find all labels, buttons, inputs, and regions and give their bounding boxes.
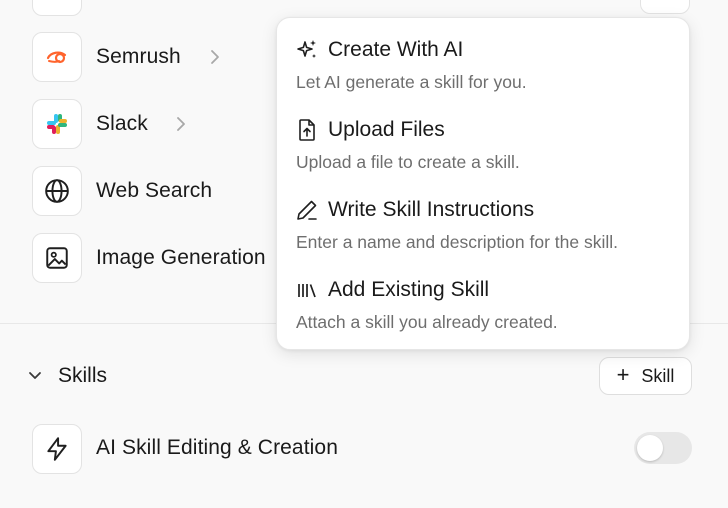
image-icon-box (32, 233, 82, 283)
semrush-logo-icon-box (32, 32, 82, 82)
tool-label-slack: Slack (96, 112, 148, 135)
partial-action-button[interactable] (640, 0, 690, 14)
menu-item-description: Attach a skill you already created. (296, 312, 558, 332)
menu-item-upload-files[interactable]: Upload Files Upload a file to create a s… (277, 98, 689, 176)
menu-item-description: Upload a file to create a skill. (296, 152, 520, 172)
lightning-icon (47, 437, 67, 461)
globe-icon-box (32, 166, 82, 216)
partial-tool-icon-box (32, 0, 82, 16)
lightning-icon-box (32, 424, 82, 474)
menu-item-title: Add Existing Skill (328, 278, 490, 301)
menu-item-title: Create With AI (328, 38, 464, 61)
tool-label-web-search: Web Search (96, 179, 213, 202)
toggle-knob (637, 435, 663, 461)
add-skill-dropdown-menu: Create With AI Let AI generate a skill f… (276, 17, 690, 350)
menu-item-create-with-ai[interactable]: Create With AI Let AI generate a skill f… (277, 18, 689, 96)
menu-item-title: Write Skill Instructions (328, 198, 535, 221)
chevron-down-icon[interactable] (28, 370, 42, 382)
chevron-right-icon[interactable] (208, 49, 222, 65)
menu-item-add-existing-skill[interactable]: Add Existing Skill Attach a skill you al… (277, 258, 689, 336)
pencil-icon (297, 200, 317, 220)
sparkles-icon (297, 40, 316, 58)
image-icon (46, 247, 68, 269)
menu-item-description: Enter a name and description for the ski… (296, 232, 618, 252)
skills-section-title: Skills (58, 364, 108, 387)
semrush-logo-icon (46, 51, 67, 64)
menu-item-title: Upload Files (328, 118, 445, 141)
slack-logo-icon-box (32, 99, 82, 149)
chevron-right-icon[interactable] (174, 116, 188, 132)
skill-toggle[interactable] (634, 432, 692, 464)
tool-label-image-generation: Image Generation (96, 246, 266, 269)
globe-icon (45, 179, 69, 203)
tool-label-semrush: Semrush (96, 45, 181, 68)
menu-item-description: Let AI generate a skill for you. (296, 72, 527, 92)
slack-logo-icon (47, 114, 67, 134)
plus-icon: + (616, 362, 630, 387)
menu-item-write-skill-instructions[interactable]: Write Skill Instructions Enter a name an… (277, 178, 689, 256)
add-skill-button[interactable]: + Skill (599, 357, 692, 395)
skill-label: AI Skill Editing & Creation (96, 436, 338, 459)
library-icon (298, 284, 316, 298)
add-skill-label: Skill (641, 365, 675, 386)
file-upload-icon (299, 119, 315, 141)
